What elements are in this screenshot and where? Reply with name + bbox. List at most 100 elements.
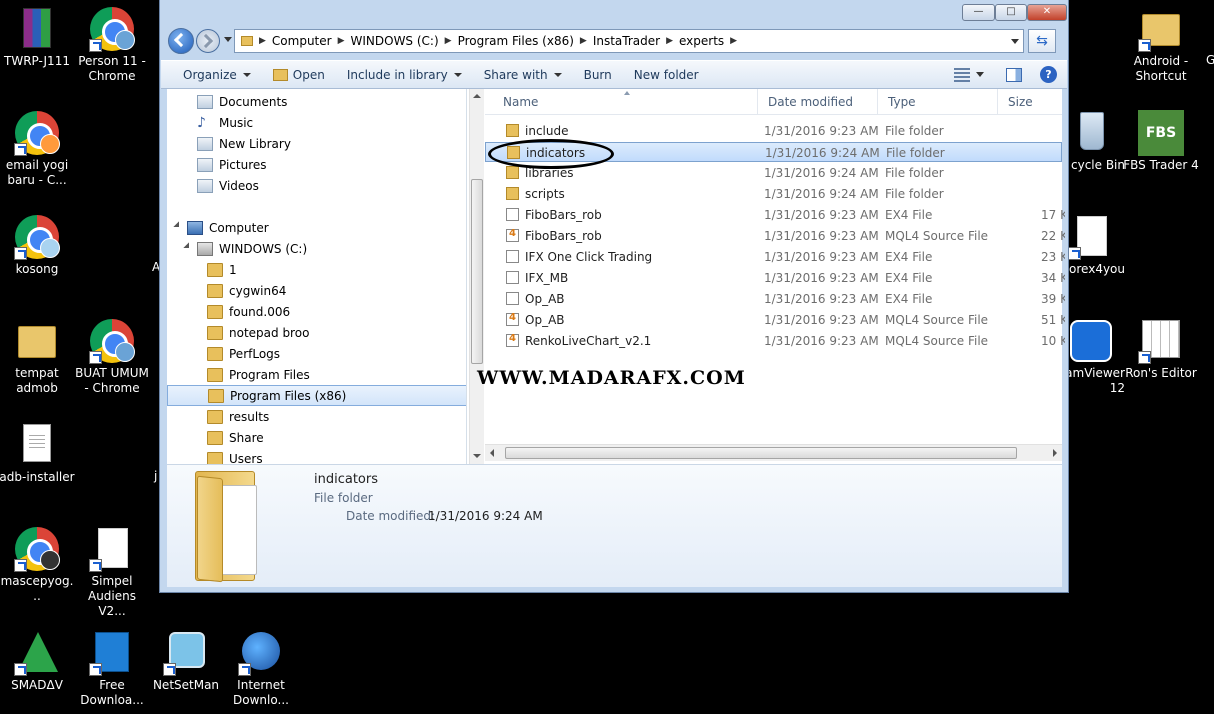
breadcrumb-separator[interactable]: ▶ [730, 36, 737, 46]
nav-tree-item[interactable]: New Library [197, 133, 291, 154]
column-header-type[interactable]: Type [878, 89, 998, 115]
tree-expander-icon[interactable] [173, 221, 185, 233]
address-dropdown-icon[interactable] [1011, 39, 1019, 44]
back-arrow-icon [173, 32, 189, 48]
breadcrumb-separator[interactable]: ▶ [259, 36, 266, 46]
desktop-icon-mascepyog[interactable]: mascepyog... [0, 526, 76, 604]
file-type-cell: File folder [885, 187, 944, 201]
file-row[interactable]: Op_AB 1/31/2016 9:23 AM EX4 File 39 K [485, 289, 1065, 309]
organize-button[interactable]: Organize [161, 61, 262, 88]
burn-button[interactable]: Burn [573, 61, 623, 88]
breadcrumb-separator[interactable]: ▶ [338, 36, 345, 46]
column-header-date-modified[interactable]: Date modified [758, 89, 878, 115]
nav-tree-item[interactable]: cygwin64 [207, 280, 286, 301]
desktop-icon-twrp[interactable]: TWRP-J111 [0, 6, 76, 69]
breadcrumb-experts[interactable]: experts [679, 34, 724, 48]
nav-tree-item[interactable]: Pictures [197, 154, 267, 175]
file-row[interactable]: FiboBars_rob 1/31/2016 9:23 AM EX4 File 17 … [485, 205, 1065, 225]
tree-expander-icon[interactable] [183, 242, 195, 254]
nav-tree-item[interactable]: Program Files (x86) [167, 385, 466, 406]
help-icon[interactable]: ? [1040, 66, 1057, 83]
scrollbar-thumb[interactable] [471, 179, 483, 364]
breadcrumb-separator[interactable]: ▶ [666, 36, 673, 46]
open-button[interactable]: Open [262, 61, 336, 88]
file-row[interactable]: IFX One Click Trading 1/31/2016 9:23 AM EX… [485, 247, 1065, 267]
maximize-button[interactable]: □ [995, 4, 1027, 21]
nav-tree-item[interactable]: found.006 [207, 301, 290, 322]
desktop-icon-email-yogi[interactable]: email yogi baru - C... [0, 110, 76, 188]
minimize-button[interactable]: — [962, 4, 995, 21]
nav-tree-item[interactable]: Users [207, 448, 263, 464]
file-row[interactable]: include 1/31/2016 9:23 AM File folder [485, 121, 1062, 141]
desktop-icon-simpel-audiens[interactable]: Simpel Audiens V2... [73, 526, 151, 619]
scroll-down-icon[interactable] [473, 454, 481, 458]
preview-pane-icon[interactable] [1006, 67, 1022, 82]
file-size-cell [1041, 163, 1065, 183]
desktop-icon-smadav[interactable]: SMADΔV [0, 630, 76, 693]
refresh-button[interactable]: ⇆ [1028, 29, 1056, 53]
desktop-icon-netsetman[interactable]: NetSetMan [147, 630, 225, 693]
scrollbar-thumb[interactable] [505, 447, 1017, 459]
desktop-icon-internet-download-manager[interactable]: Internet Downlo... [222, 630, 300, 708]
desktop-icon-buat-umum-chrome[interactable]: BUAT UMUM - Chrome [73, 318, 151, 396]
change-view-icon[interactable] [954, 67, 970, 82]
file-name-cell: Op_AB [525, 292, 565, 306]
file-size-cell [1041, 184, 1065, 204]
breadcrumb-computer[interactable]: Computer [272, 34, 332, 48]
desktop-icon-label: Android - Shortcut [1133, 54, 1189, 83]
nav-tree-item[interactable]: Documents [197, 91, 287, 112]
share-with-button[interactable]: Share with [473, 61, 573, 88]
file-date-cell: 1/31/2016 9:23 AM [764, 292, 878, 306]
desktop-icon-person-11-chrome[interactable]: Person 11 - Chrome [73, 6, 151, 84]
new-folder-button[interactable]: New folder [623, 61, 710, 88]
breadcrumb-separator[interactable]: ▶ [445, 36, 452, 46]
chevron-down-icon [242, 72, 251, 77]
title-bar[interactable]: — □ ✕ [160, 0, 1068, 26]
close-button[interactable]: ✕ [1027, 4, 1067, 21]
file-row[interactable]: IFX_MB 1/31/2016 9:23 AM EX4 File 34 K [485, 268, 1065, 288]
annotation-circle [488, 139, 614, 169]
back-button[interactable] [168, 28, 194, 54]
breadcrumb-program-files-x86[interactable]: Program Files (x86) [458, 34, 574, 48]
nav-tree-item[interactable]: Share [207, 427, 264, 448]
chevron-down-icon[interactable] [976, 72, 984, 77]
desktop-icon-adb-installer[interactable]: adb-installer [0, 422, 76, 485]
nav-tree-item[interactable]: Program Files [207, 364, 310, 385]
scroll-up-icon[interactable] [473, 94, 481, 98]
nav-tree-item[interactable]: WINDOWS (C:) [197, 238, 307, 259]
nav-tree-item[interactable]: ♪ Music [197, 112, 253, 133]
breadcrumb-instatrader[interactable]: InstaTrader [593, 34, 660, 48]
scroll-right-icon[interactable] [1053, 449, 1057, 457]
nav-tree-item[interactable]: Videos [197, 175, 259, 196]
desktop-icon-rons-editor[interactable]: Ron's Editor [1122, 318, 1200, 381]
desktop-icon-kosong[interactable]: kosong [0, 214, 76, 277]
desktop-icon-tempat-admob[interactable]: tempat admob [0, 318, 76, 396]
desktop-icon-free-download[interactable]: Free Downloa... [73, 630, 151, 708]
desktop-icon-fbs-trader[interactable]: FBS FBS Trader 4 [1122, 110, 1200, 173]
file-row[interactable]: FiboBars_rob 1/31/2016 9:23 AM MQL4 Source… [485, 226, 1065, 246]
breadcrumb-separator[interactable]: ▶ [580, 36, 587, 46]
forward-button[interactable] [196, 29, 220, 53]
scroll-left-icon[interactable] [490, 449, 494, 457]
file-row[interactable]: RenkoLiveChart_v2.1 1/31/2016 9:23 AM MQL4… [485, 331, 1065, 351]
nav-tree-item[interactable]: results [207, 406, 269, 427]
nav-tree-item[interactable]: PerfLogs [207, 343, 280, 364]
column-header-name[interactable]: Name [485, 89, 758, 115]
nav-tree-item[interactable]: notepad broo [207, 322, 309, 343]
breadcrumb-windows-c[interactable]: WINDOWS (C:) [351, 34, 439, 48]
file-list-horizontal-scrollbar[interactable] [485, 444, 1062, 461]
file-name-cell: RenkoLiveChart_v2.1 [525, 334, 652, 348]
file-row[interactable]: Op_AB 1/31/2016 9:23 AM MQL4 Source File 51… [485, 310, 1065, 330]
address-bar[interactable]: ▶ Computer ▶ WINDOWS (C:) ▶ Program File… [234, 29, 1024, 53]
file-type-cell: MQL4 Source File [885, 229, 989, 243]
nav-tree-item[interactable]: Computer [187, 217, 269, 238]
column-header-size[interactable]: Size [998, 89, 1062, 115]
include-in-library-button[interactable]: Include in library [336, 61, 473, 88]
file-type-cell: EX4 File [885, 208, 933, 222]
recent-pages-dropdown[interactable] [224, 37, 232, 42]
nav-tree-item[interactable]: 1 [207, 259, 237, 280]
file-row[interactable]: scripts 1/31/2016 9:24 AM File folder [485, 184, 1062, 204]
desktop-icon-android-shortcut[interactable]: Android - Shortcut [1122, 6, 1200, 84]
navigation-pane-scrollbar[interactable] [469, 89, 484, 464]
file-name-cell: IFX_MB [525, 271, 569, 285]
